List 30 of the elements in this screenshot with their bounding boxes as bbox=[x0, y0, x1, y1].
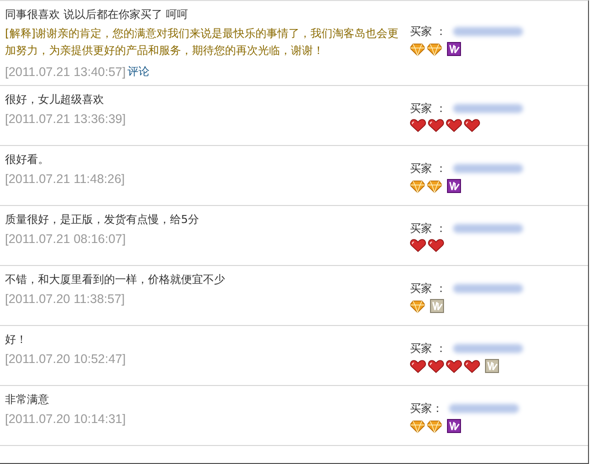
buyer-label: 买家 ： bbox=[410, 281, 446, 296]
blurred-name bbox=[452, 27, 522, 36]
blurred-name bbox=[452, 284, 522, 293]
review-text: 同事很喜欢 说以后都在你家买了 呵呵 bbox=[5, 8, 189, 22]
buyer-label: 买家 ： bbox=[410, 221, 446, 236]
review-text: 好！ bbox=[5, 333, 28, 347]
review-time: [2011.07.20 11:38:57] bbox=[5, 292, 125, 306]
blurred-name bbox=[452, 164, 522, 173]
review-text: 质量很好，是正版，发货有点慢，给5分 bbox=[5, 213, 200, 227]
buyer-label: 买家： bbox=[410, 401, 443, 416]
review-time: [2011.07.21 13:36:39] bbox=[5, 112, 126, 126]
blurred-name bbox=[452, 344, 522, 353]
blurred-name bbox=[452, 104, 522, 113]
review-text: 很好看。 bbox=[5, 153, 50, 167]
review-time: [2011.07.21 13:40:57] bbox=[5, 64, 126, 78]
buyer-label: 买家 ： bbox=[410, 24, 446, 39]
blurred-name bbox=[449, 404, 519, 413]
review-text: 非常满意 bbox=[5, 393, 50, 407]
blurred-name bbox=[452, 224, 522, 233]
comment-link[interactable]: 评论 bbox=[128, 64, 150, 79]
review-time: [2011.07.21 11:48:26] bbox=[5, 172, 125, 186]
review-text: 很好，女儿超级喜欢 bbox=[5, 93, 105, 107]
buyer-label: 买家 ： bbox=[410, 341, 446, 356]
review-text: 不错，和大厦里看到的一样，价格就便宜不少 bbox=[5, 273, 226, 287]
buyer-label: 买家 ： bbox=[410, 101, 446, 116]
review-time: [2011.07.20 10:14:31] bbox=[5, 412, 126, 426]
seller-reply: [解释]谢谢亲的肯定，您的满意对我们来说是最快乐的事情了，我们淘客岛也会更加努力，为亲提供更好的产品和服务，期待您的再次光临，谢谢！ bbox=[5, 26, 400, 59]
review-time: [2011.07.20 10:52:47] bbox=[5, 352, 126, 366]
review-time: [2011.07.21 08:16:07] bbox=[5, 232, 126, 246]
buyer-label: 买家 ： bbox=[410, 161, 446, 176]
